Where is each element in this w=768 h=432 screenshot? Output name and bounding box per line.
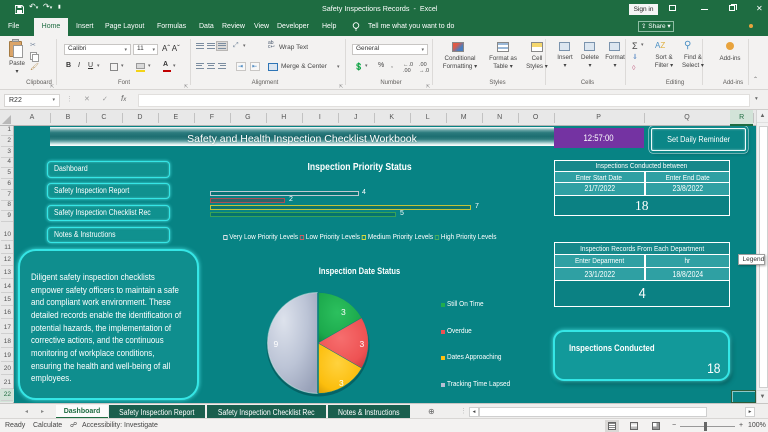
svg-text:3: 3 <box>360 339 365 349</box>
svg-text:9: 9 <box>274 339 279 349</box>
svg-text:3: 3 <box>339 378 344 388</box>
svg-text:3: 3 <box>341 307 346 317</box>
